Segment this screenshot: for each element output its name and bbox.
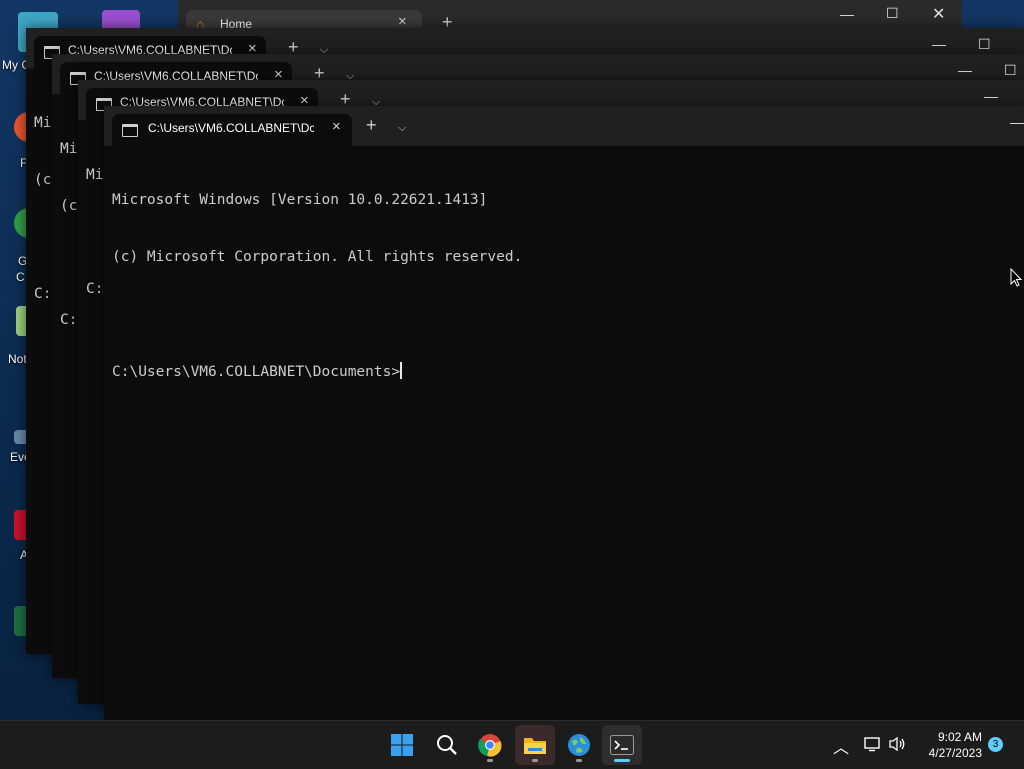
terminal-button[interactable] [602,725,642,765]
clock[interactable]: 9:02 AM 4/27/2023 [916,729,982,761]
chrome-icon [478,734,502,757]
close-tab-icon[interactable]: × [332,118,341,135]
close-window-button[interactable]: ✕ [932,4,945,24]
title-bar[interactable]: C:\Users\VM6.COLLABNET\Dc × + ⌵ — [104,106,1024,146]
minimize-button[interactable]: — [1010,114,1024,130]
minimize-button[interactable]: — [984,88,998,104]
maximize-button[interactable]: ☐ [886,5,899,22]
volume-icon[interactable] [888,736,906,752]
desktop-icon-label: Not [8,352,27,366]
active-indicator [614,759,630,762]
network-app-button[interactable] [559,725,599,765]
minimize-button[interactable]: — [840,6,854,22]
network-icon[interactable] [864,736,882,752]
clock-time: 9:02 AM [937,730,982,744]
windows-logo-icon [391,734,413,756]
prompt-text: C:\Users\VM6.COLLABNET\Documents> [112,364,401,380]
running-indicator [532,759,538,762]
terminal-icon [610,735,634,755]
desktop-icon-label: C [16,270,25,284]
search-button[interactable] [427,725,467,765]
terminal-tab-active[interactable]: C:\Users\VM6.COLLABNET\Dc × [112,114,352,146]
notification-count: 3 [992,739,999,750]
notification-badge[interactable]: 3 [988,737,1003,752]
chrome-button[interactable] [470,725,510,765]
running-indicator [487,759,493,762]
maximize-button[interactable]: ☐ [978,36,991,53]
show-hidden-icons-chevron-icon[interactable]: ︿ [833,734,849,758]
chevron-down-icon[interactable]: ⌵ [398,122,406,135]
clock-date: 4/27/2023 [928,746,982,760]
running-indicator [576,759,582,762]
console-line: (c) Microsoft Corporation. All rights re… [112,249,523,265]
minimize-button[interactable]: — [932,36,946,52]
maximize-button[interactable]: ☐ [1004,62,1017,79]
taskbar: ︿ 9:02 AM 4/27/2023 3 [0,720,1024,769]
mouse-pointer-icon [1010,268,1022,287]
active-terminal-window[interactable]: C:\Users\VM6.COLLABNET\Dc × + ⌵ — Micros… [104,106,1024,720]
tab-title: C:\Users\VM6.COLLABNET\Dc [148,121,314,135]
minimize-button[interactable]: — [958,62,972,78]
search-icon [437,735,457,755]
cmd-icon [122,124,138,137]
globe-icon [568,734,590,756]
folder-icon [524,738,546,754]
console-output[interactable]: Microsoft Windows [Version 10.0.22621.14… [112,153,522,420]
new-tab-button[interactable]: + [366,115,377,136]
prompt-line[interactable]: C:\Users\VM6.COLLABNET\Documents> [112,362,522,382]
start-button[interactable] [382,725,422,765]
console-line: Microsoft Windows [Version 10.0.22621.14… [112,192,488,208]
text-cursor [400,362,402,379]
file-explorer-button[interactable] [515,725,555,765]
